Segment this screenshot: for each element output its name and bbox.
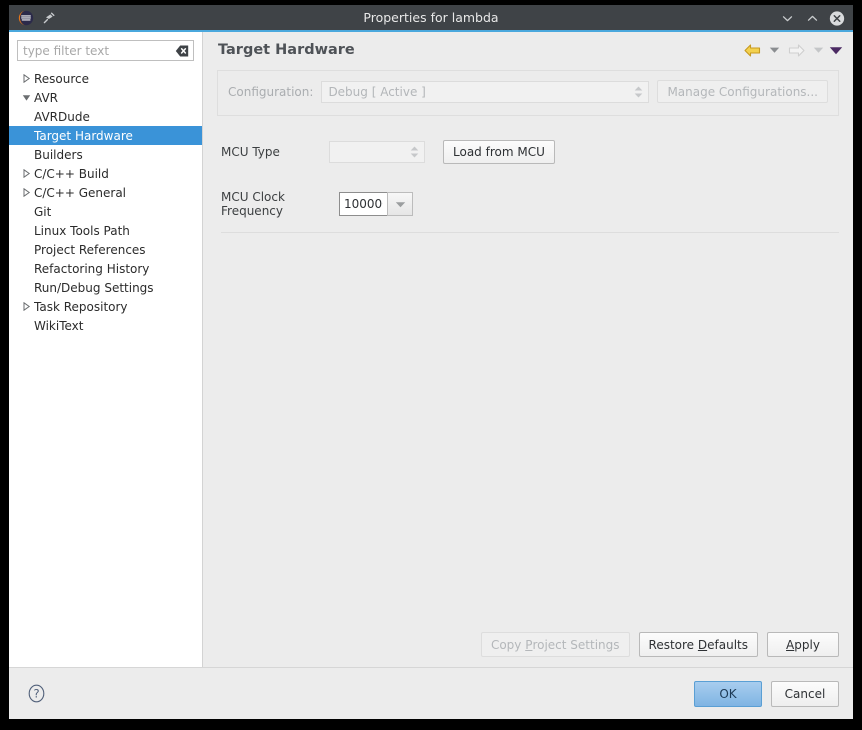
chevron-down-icon[interactable] <box>779 11 795 27</box>
sidebar-item-label: Linux Tools Path <box>34 223 130 238</box>
window-controls <box>779 5 845 32</box>
sidebar-item-label: Builders <box>34 147 83 162</box>
sidebar-item-label: Task Repository <box>34 299 128 314</box>
mcu-clock-field[interactable] <box>339 192 413 216</box>
configuration-group: Configuration: Debug [ Active ] Manage C… <box>217 70 839 116</box>
sidebar-item-resource[interactable]: Resource <box>9 69 202 88</box>
sidebar-item-avrdude[interactable]: AVRDude <box>9 107 202 126</box>
sidebar-item-project-references[interactable]: Project References <box>9 240 202 259</box>
filter-input[interactable] <box>18 41 193 60</box>
spinner-updown-icon <box>410 146 419 158</box>
restore-defaults-button[interactable]: Restore Defaults <box>638 632 758 657</box>
apply-button[interactable]: Apply <box>767 632 839 657</box>
chevron-right-icon[interactable] <box>19 188 34 197</box>
title-bar: Properties for lambda <box>9 5 853 32</box>
sidebar-item-c-c-build[interactable]: C/C++ Build <box>9 164 202 183</box>
footer-buttons: OK Cancel <box>694 680 839 707</box>
mcu-clock-row: MCU Clock Frequency <box>217 190 839 218</box>
sidebar-item-git[interactable]: Git <box>9 202 202 221</box>
chevron-right-icon[interactable] <box>19 74 34 83</box>
sidebar-item-label: Resource <box>34 71 90 86</box>
properties-dialog: Properties for lambda type filter text R… <box>9 5 853 719</box>
sidebar-item-label: Git <box>34 204 52 219</box>
configuration-label: Configuration: <box>228 84 314 99</box>
mcu-type-row: MCU Type Load from MCU <box>217 138 839 166</box>
settings-tree-panel: Resource AVR AVRDude Target Hardware Builder… <box>9 32 203 667</box>
configuration-combo: Debug [ Active ] <box>321 80 650 103</box>
sidebar-item-avr[interactable]: AVR <box>9 88 202 107</box>
chevron-right-icon[interactable] <box>19 169 34 178</box>
sidebar-item-label: Project References <box>34 242 146 257</box>
spinner-updown-icon <box>634 86 643 98</box>
sidebar-item-label: WikiText <box>34 318 84 333</box>
forward-menu-chevron-down-icon <box>811 40 825 60</box>
chevron-down-icon[interactable] <box>19 93 34 102</box>
forward-arrow-icon <box>785 40 807 60</box>
page-nav-toolbar <box>741 40 843 60</box>
sidebar-item-label: Target Hardware <box>34 128 133 143</box>
sidebar-item-c-c-general[interactable]: C/C++ General <box>9 183 202 202</box>
manage-configurations-button: Manage Configurations... <box>657 80 828 103</box>
sidebar-item-linux-tools-path[interactable]: Linux Tools Path <box>9 221 202 240</box>
sidebar-item-target-hardware[interactable]: Target Hardware <box>9 126 202 145</box>
sidebar-item-label: C/C++ Build <box>34 166 109 181</box>
field-separator <box>221 232 839 233</box>
clear-icon[interactable] <box>175 45 189 57</box>
sidebar-item-label: Run/Debug Settings <box>34 280 154 295</box>
svg-text:?: ? <box>33 687 39 701</box>
dialog-body: Resource AVR AVRDude Target Hardware Builder… <box>9 32 853 667</box>
mcu-clock-chevron-down-icon[interactable] <box>387 192 413 216</box>
hardware-fields: MCU Type Load from MCU MCU Clock Frequen… <box>217 116 839 233</box>
sidebar-item-label: AVR <box>34 90 58 105</box>
copy-project-settings-button: Copy Project Settings <box>480 632 630 657</box>
title-bar-left <box>9 10 56 26</box>
sidebar-item-refactoring-history[interactable]: Refactoring History <box>9 259 202 278</box>
sidebar-item-wikitext[interactable]: WikiText <box>9 316 202 335</box>
cancel-button[interactable]: Cancel <box>771 680 839 707</box>
mcu-type-combo <box>329 141 425 163</box>
chevron-right-icon[interactable] <box>19 302 34 311</box>
settings-page: Target Hardware Configuration: Debug [A… <box>203 32 853 667</box>
back-arrow-icon[interactable] <box>741 40 763 60</box>
filter-wrapper <box>9 37 202 65</box>
close-circle-icon[interactable] <box>829 11 845 27</box>
settings-tree[interactable]: Resource AVR AVRDude Target Hardware Builder… <box>9 65 202 667</box>
pin-icon[interactable] <box>42 11 56 25</box>
eclipse-icon <box>18 10 34 26</box>
chevron-up-icon[interactable] <box>804 11 820 27</box>
configuration-value: Debug [ Active ] <box>328 84 426 99</box>
back-menu-chevron-down-icon[interactable] <box>767 40 781 60</box>
sidebar-item-task-repository[interactable]: Task Repository <box>9 297 202 316</box>
sidebar-item-builders[interactable]: Builders <box>9 145 202 164</box>
window-title: Properties for lambda <box>363 10 499 25</box>
view-menu-triangle-icon[interactable] <box>829 40 843 60</box>
sidebar-item-run-debug-settings[interactable]: Run/Debug Settings <box>9 278 202 297</box>
filter-box[interactable] <box>17 40 194 61</box>
help-question-icon[interactable]: ? <box>27 684 46 703</box>
sidebar-item-label: AVRDude <box>34 109 90 124</box>
page-title: Target Hardware <box>218 42 355 58</box>
page-action-buttons: Copy Project Settings Restore Defaults A… <box>480 632 839 657</box>
dialog-footer: ? OK Cancel <box>9 667 853 719</box>
sidebar-item-label: Refactoring History <box>34 261 150 276</box>
page-header: Target Hardware <box>203 32 853 68</box>
mcu-type-label: MCU Type <box>221 145 280 159</box>
mcu-clock-input[interactable] <box>339 192 387 216</box>
page-content: Configuration: Debug [ Active ] Manage C… <box>203 68 853 667</box>
mcu-clock-label: MCU Clock Frequency <box>221 190 285 218</box>
load-from-mcu-button[interactable]: Load from MCU <box>443 140 555 164</box>
ok-button[interactable]: OK <box>694 680 762 707</box>
sidebar-item-label: C/C++ General <box>34 185 127 200</box>
